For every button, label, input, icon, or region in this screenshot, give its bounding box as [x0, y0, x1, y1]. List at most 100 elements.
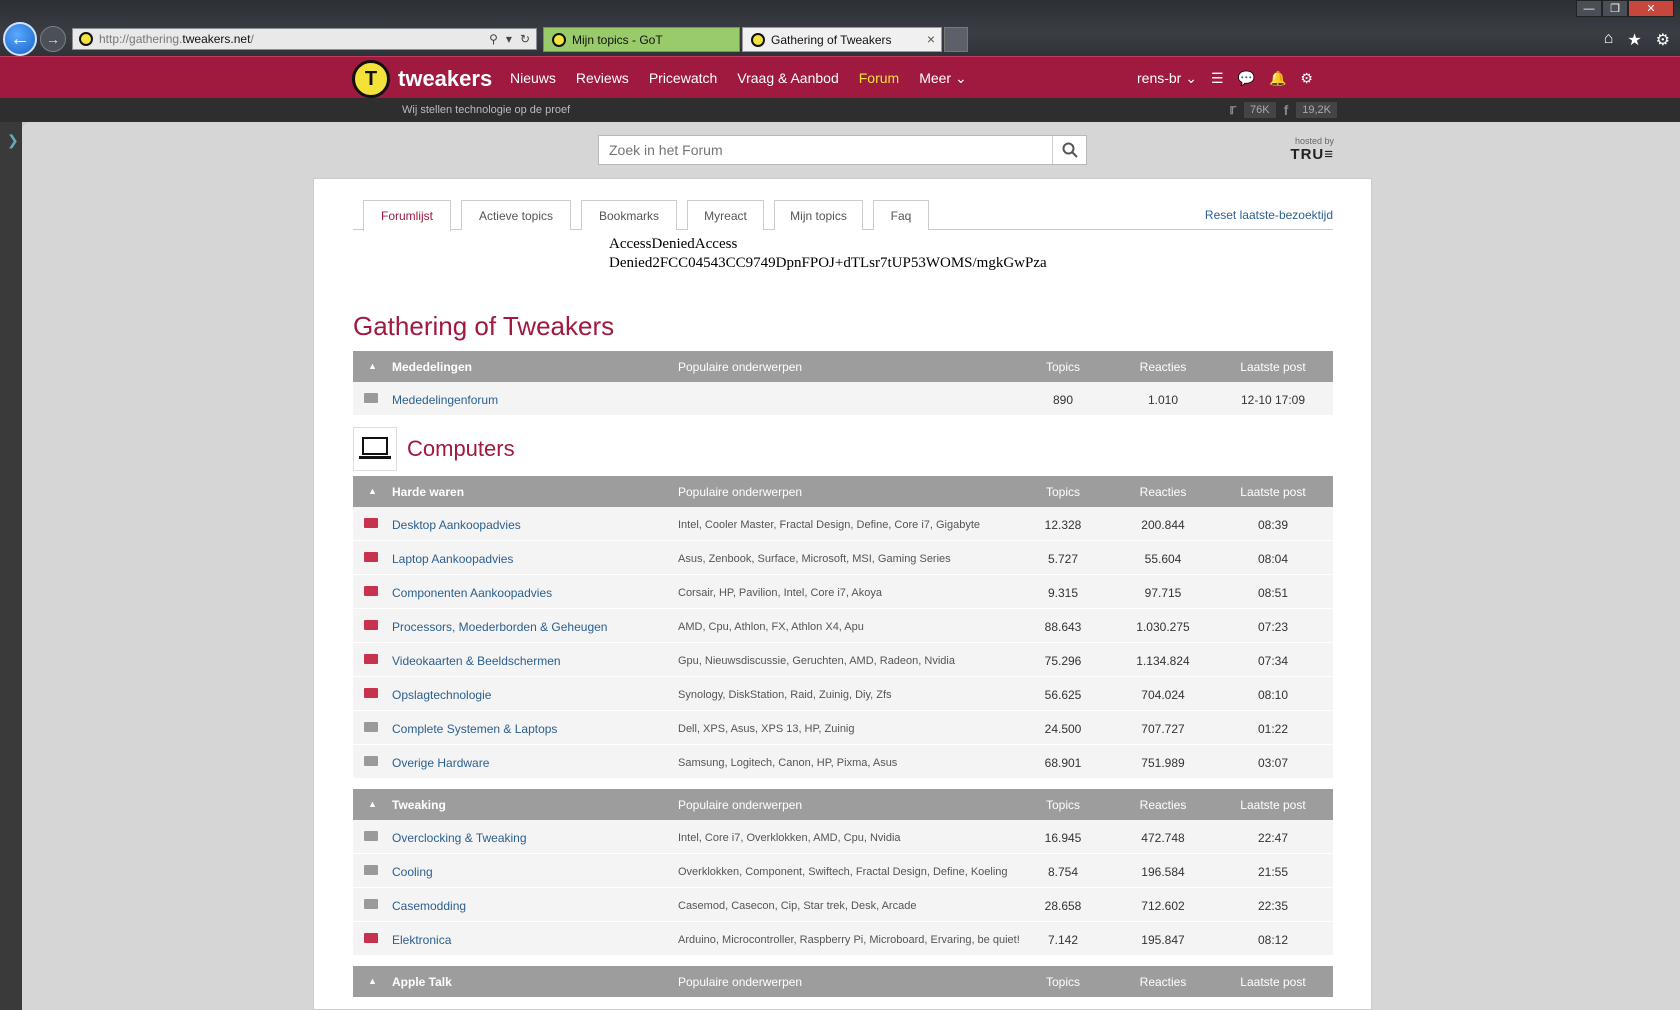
forward-arrow-icon[interactable]: →: [40, 26, 66, 52]
popular-topics[interactable]: Overklokken, Component, Swiftech, Fracta…: [678, 866, 1008, 878]
refresh-icon[interactable]: ↻: [520, 32, 530, 46]
dropdown-icon[interactable]: ▾: [506, 32, 512, 46]
reset-last-visit-link[interactable]: Reset laatste-bezoektijd: [1205, 208, 1333, 222]
back-arrow-icon[interactable]: ←: [3, 22, 37, 56]
search-input[interactable]: [599, 136, 1052, 164]
forum-link[interactable]: Casemodding: [392, 899, 466, 913]
col-header-reacties: Reacties: [1139, 360, 1187, 374]
error-line-2: Denied2FCC04543CC9749DpnFPOJ+dTLsr7tUP53…: [609, 255, 1047, 271]
forum-link[interactable]: Mededelingenforum: [392, 393, 498, 407]
nav-reviews[interactable]: Reviews: [576, 70, 629, 86]
col-header-reacties: Reacties: [1139, 975, 1187, 989]
popular-topics[interactable]: Dell, XPS, Asus, XPS 13, HP, Zuinig: [678, 723, 855, 735]
forum-link[interactable]: Complete Systemen & Laptops: [392, 722, 557, 736]
forum-link[interactable]: Overclocking & Tweaking: [392, 831, 527, 845]
last-post[interactable]: 22:47: [1218, 831, 1328, 845]
popular-topics[interactable]: Samsung, Logitech, Canon, HP, Pixma, Asu…: [678, 757, 897, 769]
col-header-topics: Topics: [1045, 360, 1080, 374]
tab-mijn-topics[interactable]: Mijn topics: [774, 200, 863, 230]
settings-icon[interactable]: ⚙: [1300, 70, 1313, 87]
address-bar[interactable]: http://gathering.tweakers.net/ ⚲ ▾ ↻: [72, 28, 537, 50]
tab-myreact[interactable]: Myreact: [687, 200, 764, 230]
tab-bookmarks[interactable]: Bookmarks: [581, 200, 677, 230]
search-icon[interactable]: ⚲: [489, 32, 498, 46]
last-post[interactable]: 22:35: [1218, 899, 1328, 913]
section-header: ▲ Mededelingen Populaire onderwerpen Top…: [353, 351, 1333, 382]
section-harde-waren: ▲ Harde waren Populaire onderwerpen Topi…: [353, 476, 1333, 779]
settings-gear-icon[interactable]: ⚙: [1656, 30, 1670, 50]
twitter-icon[interactable]: 𝕣: [1229, 101, 1236, 118]
collapse-caret-icon[interactable]: ▲: [368, 976, 377, 986]
list-icon[interactable]: ☰: [1211, 70, 1224, 87]
last-post[interactable]: 08:10: [1218, 688, 1328, 702]
browser-chrome: ← → http://gathering.tweakers.net/ ⚲ ▾ ↻…: [0, 0, 1680, 56]
side-panel-toggle[interactable]: ❯: [0, 122, 22, 1010]
last-post[interactable]: 08:12: [1218, 933, 1328, 947]
search-button[interactable]: [1052, 136, 1086, 164]
chat-icon[interactable]: 💬: [1238, 70, 1255, 87]
col-header-topics: Topics: [1045, 485, 1080, 499]
user-nav: rens-br ⌄ ☰ 💬 🔔 ⚙: [1137, 57, 1313, 99]
forum-link[interactable]: Laptop Aankoopadvies: [392, 552, 513, 566]
close-tab-icon[interactable]: ×: [927, 31, 935, 47]
favorites-star-icon[interactable]: ★: [1627, 30, 1641, 50]
popular-topics[interactable]: Synology, DiskStation, Raid, Zuinig, Diy…: [678, 689, 892, 701]
facebook-icon[interactable]: f: [1284, 102, 1289, 118]
new-tab-button[interactable]: [944, 27, 968, 52]
tab-gathering-of-tweakers[interactable]: Gathering of Tweakers ×: [742, 27, 942, 52]
close-window-icon[interactable]: ✕: [1628, 0, 1674, 17]
topics-count: 75.296: [1044, 654, 1082, 668]
popular-topics[interactable]: AMD, Cpu, Athlon, FX, Athlon X4, Apu: [678, 621, 864, 633]
last-post[interactable]: 08:51: [1218, 586, 1328, 600]
forum-link[interactable]: Opslagtechnologie: [392, 688, 491, 702]
last-post[interactable]: 08:04: [1218, 552, 1328, 566]
popular-topics[interactable]: Intel, Cooler Master, Fractal Design, De…: [678, 519, 980, 531]
section-name: Harde waren: [392, 485, 465, 499]
nav-meer[interactable]: Meer ⌄: [919, 70, 967, 87]
forum-link[interactable]: Videokaarten & Beeldschermen: [392, 654, 561, 668]
minimize-icon[interactable]: —: [1576, 0, 1602, 17]
last-post[interactable]: 08:39: [1218, 518, 1328, 532]
tab-faq[interactable]: Faq: [873, 200, 929, 230]
section-apple-talk: ▲ Apple Talk Populaire onderwerpen Topic…: [353, 966, 1333, 997]
bell-icon[interactable]: 🔔: [1269, 70, 1286, 87]
home-icon[interactable]: ⌂: [1604, 30, 1614, 50]
tab-mijn-topics[interactable]: Mijn topics - GoT: [543, 27, 740, 52]
popular-topics[interactable]: Intel, Core i7, Overklokken, AMD, Cpu, N…: [678, 832, 901, 844]
popular-topics[interactable]: Gpu, Nieuwsdiscussie, Geruchten, AMD, Ra…: [678, 655, 955, 667]
restore-icon[interactable]: ❐: [1602, 0, 1628, 17]
collapse-caret-icon[interactable]: ▲: [368, 361, 377, 371]
last-post[interactable]: 03:07: [1218, 756, 1328, 770]
col-header-last-post: Laatste post: [1240, 485, 1306, 499]
last-post[interactable]: 01:22: [1218, 722, 1328, 736]
last-post[interactable]: 21:55: [1218, 865, 1328, 879]
reacties-count: 712.602: [1141, 899, 1185, 913]
tab-forumlijst[interactable]: Forumlijst: [363, 200, 451, 231]
forum-link[interactable]: Componenten Aankoopadvies: [392, 586, 552, 600]
popular-topics[interactable]: Corsair, HP, Pavilion, Intel, Core i7, A…: [678, 587, 882, 599]
forum-row: Mededelingenforum 890 1.010 12-10 17:09: [353, 382, 1333, 416]
reacties-count: 751.989: [1141, 756, 1185, 770]
forum-link[interactable]: Overige Hardware: [392, 756, 489, 770]
last-post[interactable]: 07:34: [1218, 654, 1328, 668]
nav-pricewatch[interactable]: Pricewatch: [649, 70, 717, 86]
last-post[interactable]: 07:23: [1218, 620, 1328, 634]
forum-link[interactable]: Elektronica: [392, 933, 451, 947]
tweakers-logo[interactable]: T tweakers: [352, 60, 492, 98]
last-post[interactable]: 12-10 17:09: [1218, 393, 1328, 407]
collapse-caret-icon[interactable]: ▲: [368, 799, 377, 809]
nav-forum[interactable]: Forum: [859, 70, 899, 86]
user-menu[interactable]: rens-br ⌄: [1137, 70, 1197, 87]
forum-link[interactable]: Processors, Moederborden & Geheugen: [392, 620, 607, 634]
nav-nieuws[interactable]: Nieuws: [510, 70, 556, 86]
reacties-count: 200.844: [1141, 518, 1185, 532]
hosted-by[interactable]: hosted by TRU≡: [1284, 136, 1334, 163]
tab-actieve-topics[interactable]: Actieve topics: [461, 200, 571, 230]
collapse-caret-icon[interactable]: ▲: [368, 486, 377, 496]
forum-link[interactable]: Cooling: [392, 865, 433, 879]
popular-topics[interactable]: Casemod, Casecon, Cip, Star trek, Desk, …: [678, 900, 916, 912]
nav-vraag-aanbod[interactable]: Vraag & Aanbod: [737, 70, 838, 86]
forum-link[interactable]: Desktop Aankoopadvies: [392, 518, 521, 532]
popular-topics[interactable]: Arduino, Microcontroller, Raspberry Pi, …: [678, 934, 1020, 946]
popular-topics[interactable]: Asus, Zenbook, Surface, Microsoft, MSI, …: [678, 553, 951, 565]
